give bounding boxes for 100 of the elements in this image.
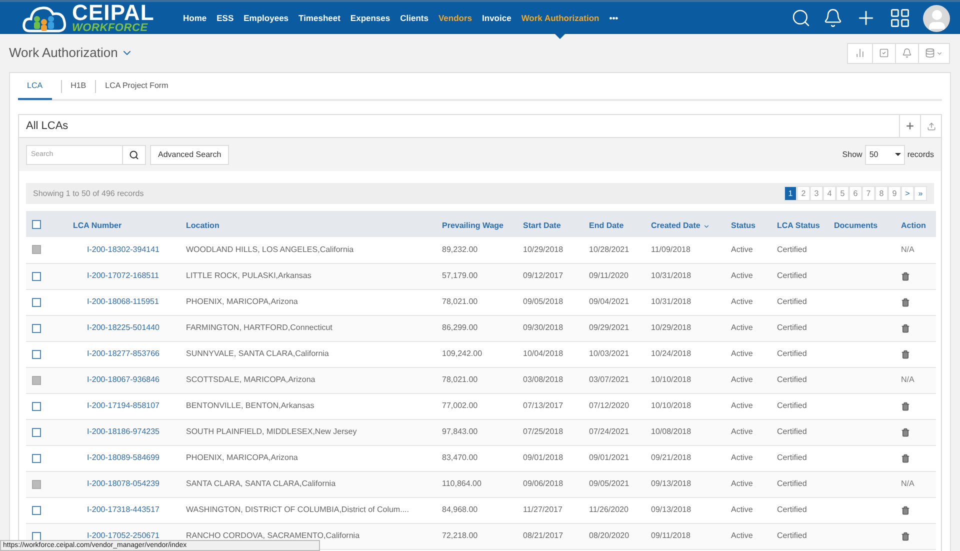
nav-link[interactable]: Invoice: [477, 2, 516, 34]
pagination-button[interactable]: 6: [849, 186, 862, 201]
pagination-button[interactable]: »: [914, 186, 927, 201]
table-cell: PHOENIX, MARICOPA,Arizona: [186, 297, 298, 306]
delete-icon[interactable]: [901, 324, 910, 332]
lca-number-link[interactable]: I-200-17072-168511: [87, 271, 159, 280]
page-size-select[interactable]: 50: [865, 144, 906, 164]
delete-icon[interactable]: [901, 298, 910, 306]
row-checkbox[interactable]: [32, 350, 41, 358]
row-checkbox[interactable]: [32, 506, 41, 514]
delete-icon[interactable]: [901, 454, 910, 462]
column-header[interactable]: Status: [731, 220, 756, 232]
records-label: records: [907, 148, 934, 160]
sort-caret-icon[interactable]: [703, 222, 710, 230]
pagination-button[interactable]: 5: [836, 186, 849, 201]
column-header[interactable]: Action: [901, 220, 926, 232]
table-cell: 09/13/2018: [651, 479, 692, 488]
column-header[interactable]: End Date: [589, 220, 624, 232]
caret-icon: [936, 50, 943, 56]
pagination-button[interactable]: 8: [875, 186, 888, 201]
table-cell: 09/04/2021: [589, 297, 630, 306]
table-cell: 77,002.00: [442, 401, 478, 410]
notification-bell-icon[interactable]: [823, 8, 843, 28]
nav-link[interactable]: ESS: [212, 2, 239, 34]
table-cell: 72,218.00: [442, 531, 478, 540]
row-checkbox[interactable]: [32, 428, 41, 436]
lca-number-link[interactable]: I-200-18277-853766: [87, 349, 160, 358]
table-cell: 10/24/2018: [651, 349, 692, 358]
search-icon: [129, 150, 139, 160]
nav-link[interactable]: Expenses: [345, 2, 396, 34]
lca-number-link[interactable]: I-200-18225-501440: [87, 323, 160, 332]
pagination-button[interactable]: 7: [862, 186, 875, 201]
nav-link[interactable]: Home: [178, 2, 212, 34]
apps-grid-icon[interactable]: [889, 7, 911, 29]
nav-link[interactable]: Work Authorization: [516, 2, 604, 34]
table-cell: Active: [731, 271, 753, 280]
table-cell: 08/21/2017: [523, 531, 564, 540]
row-checkbox[interactable]: [32, 454, 41, 462]
column-header[interactable]: LCA Number: [73, 220, 122, 232]
row-checkbox[interactable]: [32, 402, 41, 410]
table-cell: Certified: [777, 531, 807, 540]
table-cell: 09/05/2021: [589, 479, 630, 488]
table-cell: Active: [731, 453, 753, 462]
table-cell: 109,242.00: [442, 349, 482, 358]
table-cell: 10/08/2018: [651, 427, 692, 436]
table-cell: Certified: [777, 297, 807, 306]
checkbox-icon: [879, 48, 889, 58]
column-header[interactable]: Prevailing Wage: [442, 220, 504, 232]
tab[interactable]: LCA Project Form: [96, 74, 178, 100]
column-header[interactable]: Created Date: [651, 220, 710, 232]
table-cell: 09/30/2018: [523, 323, 564, 332]
delete-icon[interactable]: [901, 428, 910, 436]
lca-number-link[interactable]: I-200-17194-858107: [87, 401, 160, 410]
table-cell: PHOENIX, MARICOPA,Arizona: [186, 453, 298, 462]
table-cell: Certified: [777, 401, 807, 410]
records-info: Showing 1 to 50 of 496 records: [33, 188, 144, 200]
table-cell: 57,179.00: [442, 271, 478, 280]
pagination-button[interactable]: 1: [784, 186, 797, 201]
avatar-icon[interactable]: [923, 4, 950, 32]
search-button[interactable]: [123, 144, 146, 164]
pagination-button[interactable]: >: [901, 186, 914, 201]
page-title: Work Authorization: [9, 44, 118, 62]
row-checkbox[interactable]: [32, 532, 41, 540]
tab[interactable]: LCA: [18, 74, 52, 100]
lca-number-link[interactable]: I-200-17318-443517: [87, 505, 160, 514]
delete-icon[interactable]: [901, 506, 910, 514]
column-header[interactable]: Location: [186, 220, 220, 232]
table-cell: 83,470.00: [442, 453, 478, 462]
lca-number-link[interactable]: I-200-17052-250671: [87, 531, 160, 540]
table-cell: SOUTH PLAINFIELD, MIDDLESEX,New Jersey: [186, 427, 357, 436]
lca-number-link[interactable]: I-200-18089-584699: [87, 453, 160, 462]
column-header[interactable]: Documents: [834, 220, 878, 232]
lca-number-link[interactable]: I-200-18068-115951: [87, 297, 159, 306]
row-checkbox[interactable]: [32, 298, 41, 306]
advanced-search-button[interactable]: Advanced Search: [150, 144, 230, 164]
table-cell: 07/25/2018: [523, 427, 564, 436]
nav-link[interactable]: Employees: [238, 2, 294, 34]
nav-link[interactable]: Timesheet: [294, 2, 346, 34]
delete-icon[interactable]: [901, 350, 910, 358]
select-all-checkbox[interactable]: [32, 220, 41, 228]
lca-number-link[interactable]: I-200-18186-974235: [87, 427, 160, 436]
nav-link[interactable]: Clients: [395, 2, 434, 34]
row-checkbox[interactable]: [32, 324, 41, 332]
delete-icon[interactable]: [901, 532, 910, 540]
column-header[interactable]: Start Date: [523, 220, 561, 232]
nav-link[interactable]: •••: [604, 2, 624, 34]
delete-icon[interactable]: [901, 402, 910, 410]
column-header[interactable]: LCA Status: [777, 220, 820, 232]
pagination-button[interactable]: 9: [888, 186, 901, 201]
pagination-button[interactable]: 3: [810, 186, 823, 201]
delete-icon[interactable]: [901, 272, 910, 280]
table-cell: 84,968.00: [442, 505, 478, 514]
search-icon[interactable]: [791, 8, 811, 28]
table-cell: Certified: [777, 375, 807, 384]
pagination-button[interactable]: 2: [797, 186, 810, 201]
tab[interactable]: H1B: [62, 74, 96, 100]
show-label: Show: [842, 148, 862, 160]
nav-link[interactable]: Vendors: [433, 2, 478, 34]
row-checkbox[interactable]: [32, 272, 41, 280]
pagination-button[interactable]: 4: [823, 186, 836, 201]
